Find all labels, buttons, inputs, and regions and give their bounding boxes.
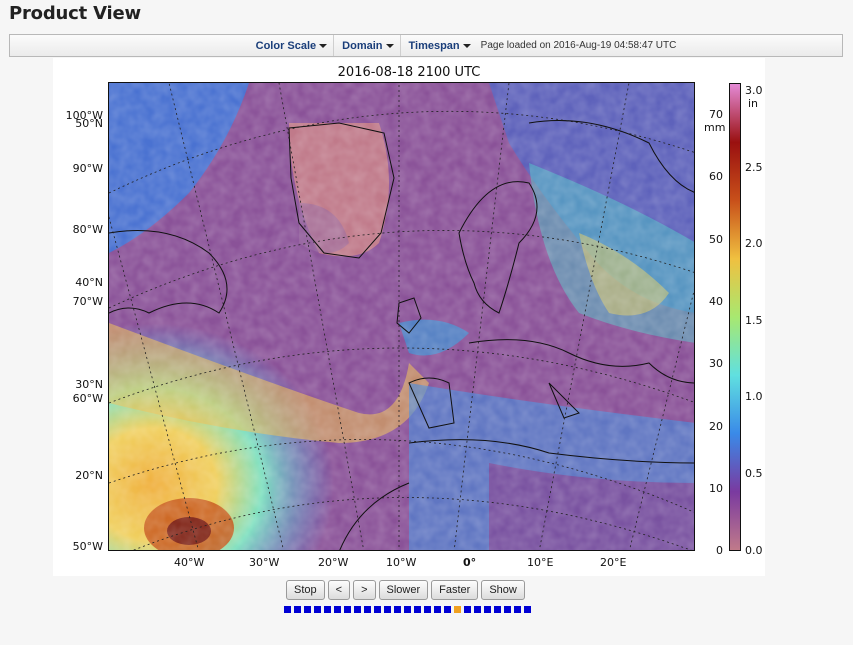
frame-square[interactable] [364,606,371,613]
lon-label: 10°W [386,556,417,569]
page-loaded-status: Page loaded on 2016-Aug-19 04:58:47 UTC [480,40,677,51]
colorbar-in-tick: 1.5 [745,314,763,327]
show-button[interactable]: Show [481,580,525,600]
lon-label: 20°W [318,556,349,569]
lat-label: 90°W [72,162,103,175]
lon-label: 20°E [600,556,627,569]
lat-label: 80°W [72,223,103,236]
caret-down-icon [385,43,394,48]
timespan-label: Timespan [408,39,460,52]
domain-label: Domain [342,39,383,52]
lon-label: 30°W [249,556,280,569]
stop-button[interactable]: Stop [286,580,325,600]
frame-square[interactable] [424,606,431,613]
frame-square[interactable] [524,606,531,613]
animation-controls: Stop < > Slower Faster Show [286,580,525,600]
lon-label: 0° [463,556,477,569]
frame-square[interactable] [414,606,421,613]
lat-label: 70°W [72,295,103,308]
color-scale-label: Color Scale [255,39,317,52]
frame-square[interactable] [294,606,301,613]
map-panel: 2016-08-18 2100 UTC 100°W 50°N 90°W 80°W… [53,58,765,576]
frame-square[interactable] [454,606,461,613]
faster-button[interactable]: Faster [431,580,479,600]
frame-selector [284,606,531,613]
frame-square[interactable] [314,606,321,613]
colorbar-mm-tick: 60 [709,170,723,183]
map-title: 2016-08-18 2100 UTC [337,65,481,80]
water-vapor-map [108,82,695,551]
colorbar-in-tick: 2.5 [745,161,763,174]
colorbar-in-tick: 2.0 [745,237,763,250]
lat-label: 40°N [75,276,103,289]
colorbar-mm-tick: 0 [716,544,723,557]
lat-label: 50°W [72,540,103,553]
previous-frame-button[interactable]: < [327,580,351,600]
caret-down-icon [462,43,471,48]
frame-square[interactable] [514,606,521,613]
frame-square[interactable] [444,606,451,613]
lat-label: 50°N [75,117,103,130]
frame-square[interactable] [374,606,381,613]
colorbar [729,83,741,551]
lon-label: 40°W [174,556,205,569]
frame-square[interactable] [494,606,501,613]
frame-square[interactable] [344,606,351,613]
colorbar-in-tick: 0.5 [745,467,763,480]
frame-square[interactable] [304,606,311,613]
slower-button[interactable]: Slower [378,580,429,600]
colorbar-in-unit: in [748,97,759,110]
frame-square[interactable] [394,606,401,613]
colorbar-mm-tick: 40 [709,295,723,308]
frame-square[interactable] [324,606,331,613]
color-scale-menu[interactable]: Color Scale [248,35,335,56]
colorbar-in-tick: 1.0 [745,390,763,403]
colorbar-mm-tick: 30 [709,357,723,370]
timespan-menu[interactable]: Timespan [401,35,477,56]
colorbar-mm-tick: 50 [709,233,723,246]
frame-square[interactable] [354,606,361,613]
colorbar-in-tick: 3.0 [745,84,763,97]
colorbar-in-tick: 0.0 [745,544,763,557]
caret-down-icon [319,43,328,48]
frame-square[interactable] [284,606,291,613]
lat-label: 60°W [72,392,103,405]
frame-square[interactable] [484,606,491,613]
frame-square[interactable] [334,606,341,613]
frame-square[interactable] [464,606,471,613]
colorbar-mm-tick: 70 [709,108,723,121]
colorbar-mm-tick: 10 [709,482,723,495]
lat-label: 30°N [75,378,103,391]
frame-square[interactable] [504,606,511,613]
frame-square[interactable] [384,606,391,613]
colorbar-mm-tick: 20 [709,420,723,433]
next-frame-button[interactable]: > [353,580,376,600]
frame-square[interactable] [404,606,411,613]
lat-label: 20°N [75,469,103,482]
page-title: Product View [9,3,141,24]
frame-square[interactable] [434,606,441,613]
lon-label: 10°E [527,556,554,569]
domain-menu[interactable]: Domain [334,35,401,56]
colorbar-mm-unit: mm [704,121,726,134]
frame-square[interactable] [474,606,481,613]
product-toolbar: Color Scale Domain Timespan Page loaded … [9,34,843,57]
